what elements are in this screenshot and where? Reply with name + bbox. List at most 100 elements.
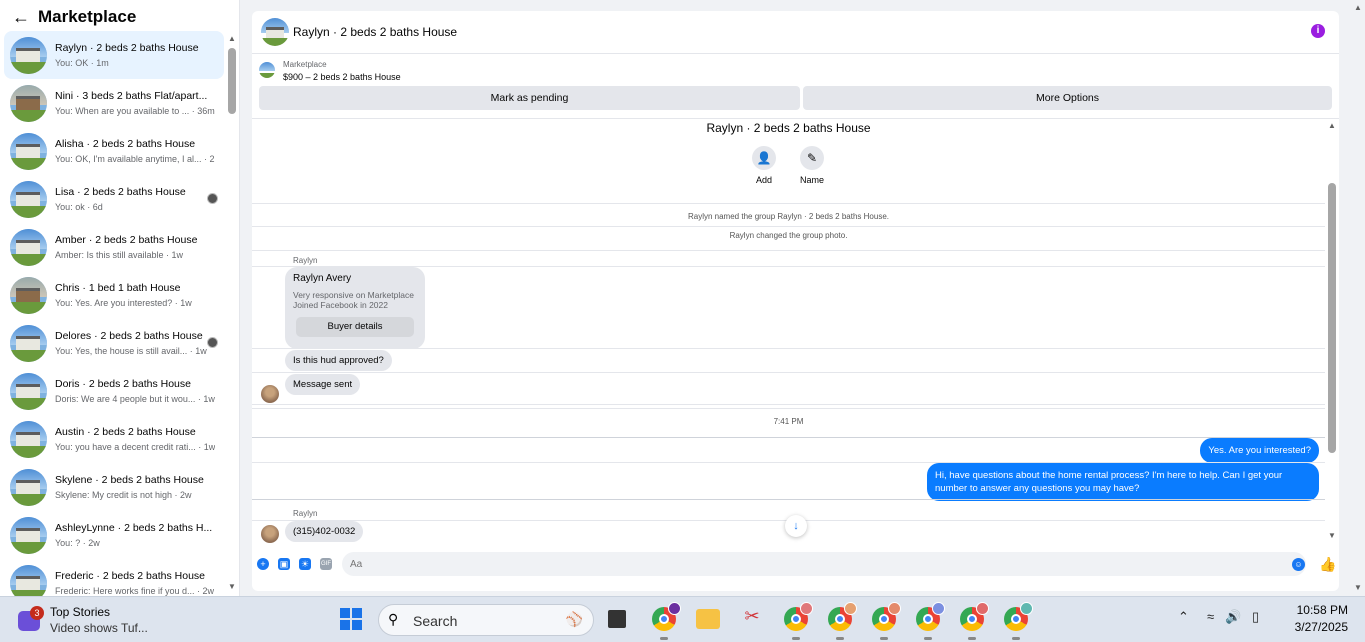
pencil-icon[interactable]: ✎ [800,146,824,170]
conversation-name: Skylene · 2 beds 2 baths House [55,474,204,486]
conversation-avatar[interactable] [10,420,47,458]
volume-icon[interactable]: 🔊 [1225,609,1241,624]
conversation-avatar[interactable] [10,372,47,410]
scroll-up-icon[interactable]: ▲ [1354,3,1362,12]
sidebar-scroll-thumb[interactable] [228,48,236,114]
chevron-up-icon[interactable]: ⌃ [1178,609,1189,624]
sidebar-scrollbar[interactable]: ▲ ▼ [226,34,238,594]
plus-icon[interactable]: + [257,558,269,570]
conversation-avatar[interactable] [10,516,47,554]
name-group-action[interactable]: ✎ Name [792,146,832,185]
chrome-profile-icon[interactable] [960,602,989,631]
conversation-item[interactable]: Amber · 2 beds 2 baths House Amber: Is th… [4,223,224,271]
windows-start-icon[interactable] [340,608,362,630]
sticker-icon[interactable]: ☀ [299,558,311,570]
conversation-item[interactable]: Chris · 1 bed 1 bath House You: Yes. Are … [4,271,224,319]
listing-price[interactable]: $900 – 2 beds 2 baths House [283,72,401,82]
incoming-message[interactable]: Message sent [285,374,361,395]
chrome-icon[interactable] [652,602,681,631]
conversation-text: Doris · 2 beds 2 baths House Doris: We ar… [55,378,215,404]
scroll-down-icon[interactable]: ▼ [1328,531,1336,540]
system-tray[interactable]: ⌃ ≈ 🔊 ▯ [1178,609,1259,625]
conversation-avatar[interactable] [10,564,47,596]
taskbar-search[interactable]: ⚲ Search ⚾ [378,604,594,636]
chat-title[interactable]: Raylyn · 2 beds 2 baths House [293,25,457,39]
conversation-text: Skylene · 2 beds 2 baths House Skylene: M… [55,474,215,500]
scroll-up-icon[interactable]: ▲ [228,34,236,43]
scroll-up-icon[interactable]: ▲ [1328,121,1336,130]
conversation-avatar[interactable] [10,36,47,74]
emoji-icon[interactable]: ☺ [1292,558,1305,571]
conversation-text: Lisa · 2 beds 2 baths House You: ok · 6d [55,186,215,212]
chrome-profile-icon[interactable] [828,602,857,631]
sender-name: Raylyn [293,256,318,265]
message-scrollbar[interactable]: ▲ ▼ [1325,119,1339,549]
buyer-details-button[interactable]: Buyer details [296,317,414,337]
scroll-down-icon[interactable]: ▼ [1354,583,1362,592]
arrow-left-icon[interactable]: ← [12,7,34,28]
conversation-avatar[interactable] [10,228,47,266]
news-subtitle[interactable]: Video shows Tuf... [50,621,148,635]
file-explorer-icon[interactable] [696,609,720,629]
conversation-avatar[interactable] [10,132,47,170]
chrome-profile-icon[interactable] [872,602,901,631]
add-member-action[interactable]: 👤 Add [744,146,784,185]
conversation-list: Raylyn · 2 beds 2 baths House You: OK · 1… [4,31,224,596]
incoming-message[interactable]: Is this hud approved? [285,350,392,371]
news-title[interactable]: Top Stories [50,605,110,619]
scroll-to-bottom-icon[interactable]: ↓ [785,515,807,537]
conversation-avatar[interactable] [10,180,47,218]
scroll-down-icon[interactable]: ▼ [228,582,236,591]
divider [252,499,1325,500]
info-icon[interactable]: i [1311,24,1325,38]
snipping-tool-icon[interactable]: ✂ [740,606,764,630]
conversation-preview: You: ? · 2w [55,538,100,548]
wifi-icon[interactable]: ≈ [1207,609,1214,624]
conversation-avatar[interactable] [10,84,47,122]
listing-thumbnail[interactable] [259,62,275,78]
chrome-profile-icon[interactable] [916,602,945,631]
page-scrollbar[interactable]: ▲ ▼ [1351,0,1365,596]
conversation-text: Nini · 3 beds 2 baths Flat/apart... You: … [55,90,215,116]
image-icon[interactable]: ▣ [278,558,290,570]
conversation-item[interactable]: Austin · 2 beds 2 baths House You: you ha… [4,415,224,463]
chrome-profile-icon[interactable] [1004,602,1033,631]
chat-avatar[interactable] [261,18,289,46]
divider [252,348,1325,349]
thumbs-up-icon[interactable]: 👍 [1319,556,1336,573]
conversation-item[interactable]: Skylene · 2 beds 2 baths House Skylene: M… [4,463,224,511]
add-person-icon[interactable]: 👤 [752,146,776,170]
outgoing-message[interactable]: Yes. Are you interested? [1200,438,1319,463]
conversation-text: Alisha · 2 beds 2 baths House You: OK, I'… [55,138,215,164]
mark-as-pending-button[interactable]: Mark as pending [259,86,800,110]
conversation-item[interactable]: Raylyn · 2 beds 2 baths House You: OK · 1… [4,31,224,79]
conversation-preview: You: OK · 1m [55,58,109,68]
sender-avatar[interactable] [261,385,279,403]
conversation-item[interactable]: Doris · 2 beds 2 baths House Doris: We ar… [4,367,224,415]
battery-icon[interactable]: ▯ [1252,609,1259,624]
sender-avatar[interactable] [261,525,279,543]
more-options-button[interactable]: More Options [803,86,1332,110]
outgoing-message[interactable]: Hi, have questions about the home rental… [927,463,1319,501]
incoming-message[interactable]: (315)402-0032 [285,521,364,542]
message-thread: Raylyn · 2 beds 2 baths House 👤 Add ✎ Na… [252,119,1325,549]
message-scroll-thumb[interactable] [1328,183,1336,453]
conversation-item[interactable]: Delores · 2 beds 2 baths House You: Yes, … [4,319,224,367]
conversation-item[interactable]: Alisha · 2 beds 2 baths House You: OK, I'… [4,127,224,175]
conversation-item[interactable]: AshleyLynne · 2 beds 2 baths H... You: ? … [4,511,224,559]
news-widget[interactable]: 3 Top Stories Video shows Tuf... [18,603,218,637]
gif-icon[interactable]: GIF [320,558,332,570]
conversation-avatar[interactable] [10,276,47,314]
conversation-avatar[interactable] [10,468,47,506]
message-input[interactable] [342,552,1306,576]
clock[interactable]: 10:58 PM 3/27/2025 [1288,603,1348,634]
chrome-profile-icon[interactable] [784,602,813,631]
divider [252,372,1325,373]
conversation-item[interactable]: Lisa · 2 beds 2 baths House You: ok · 6d [4,175,224,223]
conversation-item[interactable]: Frederic · 2 beds 2 baths House Frederic:… [4,559,224,596]
divider [252,437,1325,438]
conversation-avatar[interactable] [10,324,47,362]
conversation-item[interactable]: Nini · 3 beds 2 baths Flat/apart... You: … [4,79,224,127]
conversation-preview: You: you have a decent credit rati... · … [55,442,215,452]
task-view-icon[interactable] [608,610,626,628]
